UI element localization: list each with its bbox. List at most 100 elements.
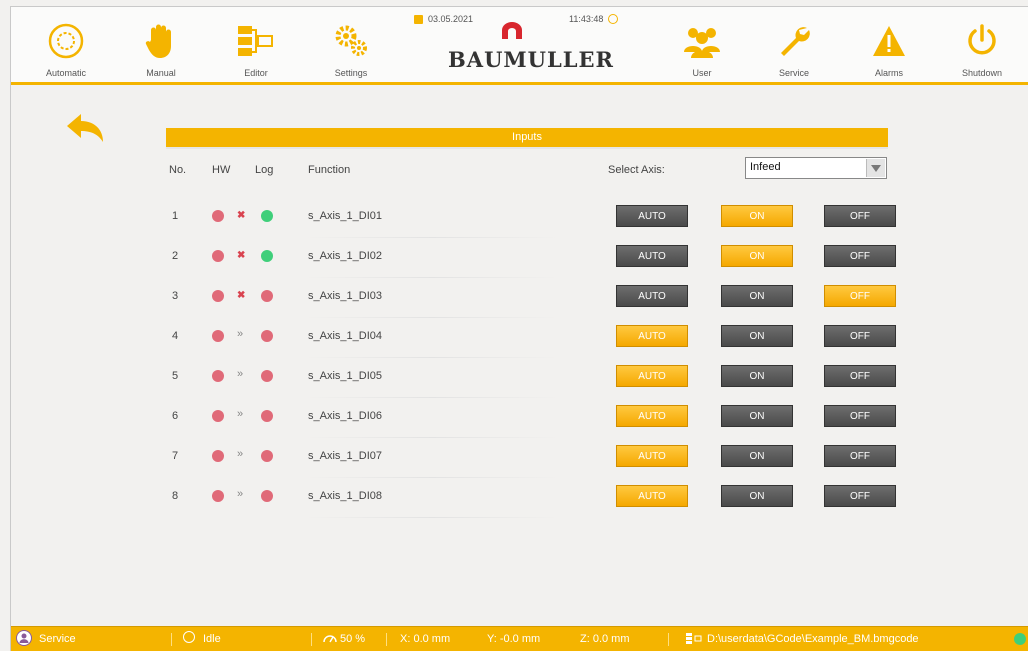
function-name: s_Axis_1_DI06 (308, 410, 382, 422)
status-y-position: Y: -0.0 mm (487, 633, 541, 645)
on-button[interactable]: ON (721, 445, 793, 467)
nav-settings-button[interactable]: Settings (306, 7, 396, 82)
on-button[interactable]: ON (721, 405, 793, 427)
table-row: 8 » s_Axis_1_DI08 AUTO ON OFF (166, 480, 896, 520)
nav-automatic-button[interactable]: Automatic (21, 7, 111, 82)
inputs-panel-title: Inputs (166, 128, 888, 147)
on-button[interactable]: ON (721, 325, 793, 347)
log-status-led (261, 210, 273, 222)
axis-select[interactable]: Infeed (745, 157, 887, 179)
nav-shutdown-button[interactable]: Shutdown (937, 7, 1027, 82)
status-x-position: X: 0.0 mm (400, 633, 451, 645)
automatic-icon (46, 21, 86, 61)
row-number: 3 (172, 290, 179, 302)
off-button[interactable]: OFF (824, 365, 896, 387)
log-status-led (261, 290, 273, 302)
status-divider (171, 633, 172, 646)
log-status-led (261, 450, 273, 462)
function-name: s_Axis_1_DI02 (308, 250, 382, 262)
auto-button[interactable]: AUTO (616, 245, 688, 267)
auto-button[interactable]: AUTO (616, 285, 688, 307)
nav-service-label: Service (778, 68, 809, 78)
function-name: s_Axis_1_DI03 (308, 290, 382, 302)
forward-arrows-icon: » (237, 408, 244, 420)
auto-button[interactable]: AUTO (616, 485, 688, 507)
auto-button[interactable]: AUTO (616, 205, 688, 227)
chevron-down-icon[interactable] (866, 159, 885, 177)
users-icon (682, 21, 722, 61)
log-status-led (261, 490, 273, 502)
on-button[interactable]: ON (721, 245, 793, 267)
auto-button[interactable]: AUTO (616, 405, 688, 427)
status-user: Service (39, 633, 76, 645)
nav-alarms-button[interactable]: Alarms (844, 7, 934, 82)
app-frame: Automatic Manual Editor Settings 03.05.2… (10, 6, 1028, 651)
idle-icon (183, 631, 195, 643)
auto-button[interactable]: AUTO (616, 445, 688, 467)
table-row: 6 » s_Axis_1_DI06 AUTO ON OFF (166, 400, 896, 440)
row-divider (306, 397, 558, 398)
nav-settings-label: Settings (334, 68, 368, 78)
hand-icon (141, 21, 181, 61)
header-log: Log (255, 164, 274, 176)
row-number: 1 (172, 210, 179, 222)
row-number: 5 (172, 370, 179, 382)
nav-service-button[interactable]: Service (749, 7, 839, 82)
off-button[interactable]: OFF (824, 325, 896, 347)
row-number: 2 (172, 250, 179, 262)
row-divider (306, 237, 558, 238)
table-row: 1 ✖ s_Axis_1_DI01 AUTO ON OFF (166, 200, 896, 240)
forward-arrows-icon: » (237, 368, 244, 380)
power-icon (962, 21, 1002, 61)
off-button[interactable]: OFF (824, 205, 896, 227)
select-axis-label: Select Axis: (608, 164, 665, 176)
top-navigation-bar: Automatic Manual Editor Settings 03.05.2… (11, 7, 1028, 85)
off-button[interactable]: OFF (824, 405, 896, 427)
nav-shutdown-label: Shutdown (961, 68, 1003, 78)
on-button[interactable]: ON (721, 205, 793, 227)
nav-user-button[interactable]: User (657, 7, 747, 82)
auto-button[interactable]: AUTO (616, 365, 688, 387)
hw-status-led (212, 370, 224, 382)
auto-button[interactable]: AUTO (616, 325, 688, 347)
off-button[interactable]: OFF (824, 445, 896, 467)
log-status-led (261, 410, 273, 422)
on-button[interactable]: ON (721, 485, 793, 507)
row-divider (306, 477, 558, 478)
hw-status-led (212, 250, 224, 262)
off-button[interactable]: OFF (824, 245, 896, 267)
status-file-path: D:\userdata\GCode\Example_BM.bmgcode (707, 633, 919, 645)
hw-status-led (212, 290, 224, 302)
back-arrow-icon (67, 114, 103, 142)
back-button[interactable] (63, 112, 107, 146)
off-button[interactable]: OFF (824, 285, 896, 307)
on-button[interactable]: ON (721, 365, 793, 387)
function-name: s_Axis_1_DI05 (308, 370, 382, 382)
brand-name: BAUMULLER (448, 47, 614, 72)
log-status-led (261, 370, 273, 382)
editor-icon (236, 21, 276, 61)
function-name: s_Axis_1_DI07 (308, 450, 382, 462)
on-button[interactable]: ON (721, 285, 793, 307)
nav-manual-button[interactable]: Manual (116, 7, 206, 82)
nav-alarms-label: Alarms (874, 68, 903, 78)
hw-status-led (212, 210, 224, 222)
forward-arrows-icon: » (237, 448, 244, 460)
connection-status-led (1014, 633, 1026, 645)
table-row: 3 ✖ s_Axis_1_DI03 AUTO ON OFF (166, 280, 896, 320)
log-status-led (261, 250, 273, 262)
axis-select-value: Infeed (750, 161, 781, 173)
nav-editor-button[interactable]: Editor (211, 7, 301, 82)
file-icon (686, 633, 702, 647)
table-row: 7 » s_Axis_1_DI07 AUTO ON OFF (166, 440, 896, 480)
nav-user-label: User (692, 68, 712, 78)
row-divider (306, 357, 558, 358)
cross-icon: ✖ (237, 250, 246, 261)
off-button[interactable]: OFF (824, 485, 896, 507)
table-row: 2 ✖ s_Axis_1_DI02 AUTO ON OFF (166, 240, 896, 280)
function-name: s_Axis_1_DI08 (308, 490, 382, 502)
status-feed: 50 % (340, 633, 366, 645)
gears-icon (331, 21, 371, 61)
warning-icon (869, 21, 909, 61)
row-divider (306, 317, 558, 318)
